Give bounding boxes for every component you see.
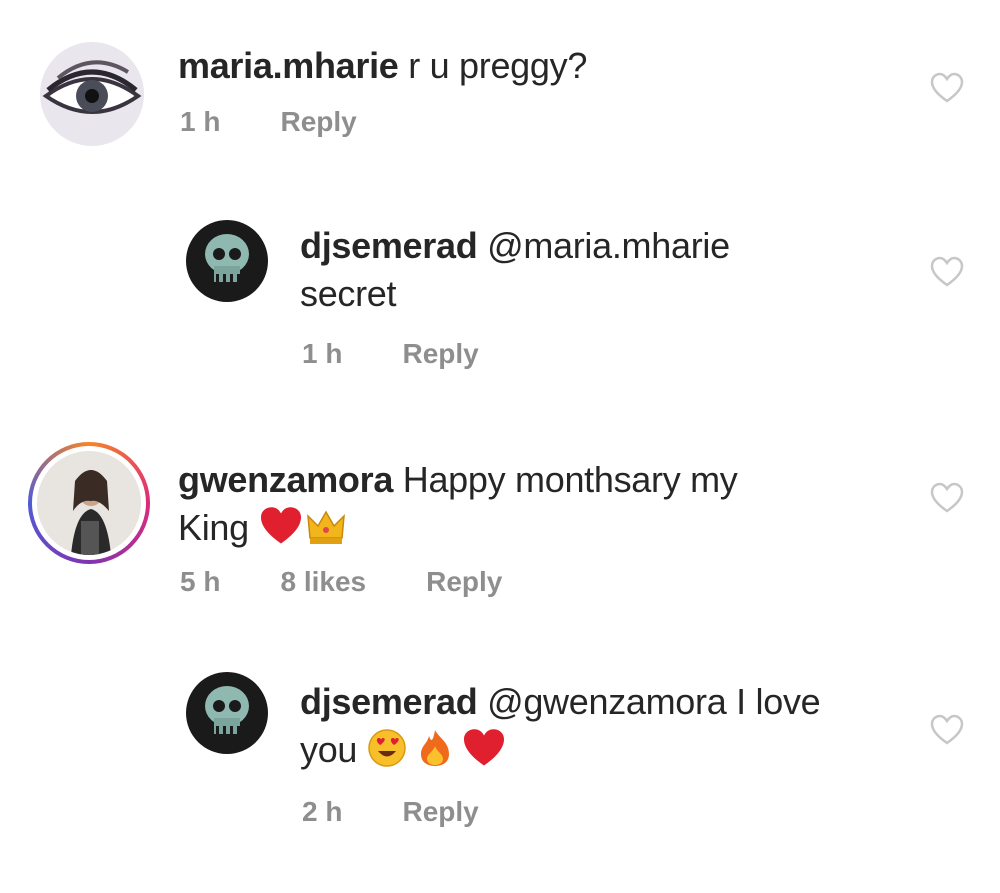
reply-djsemerad-1: djsemerad @maria.mharie secret 1 h Reply xyxy=(0,190,1000,390)
comment-meta: 1 h Reply xyxy=(180,106,417,138)
red-heart-icon xyxy=(464,729,505,766)
comment-meta: 1 h Reply xyxy=(302,338,539,370)
timestamp: 1 h xyxy=(180,106,221,137)
like-heart-icon[interactable] xyxy=(930,714,964,746)
comment-text-cont: you xyxy=(300,729,358,770)
reply-button[interactable]: Reply xyxy=(402,338,478,370)
comment-body: maria.mharie r u preggy? xyxy=(178,42,587,90)
comment-text-cont: King xyxy=(178,507,249,548)
comment-text: secret xyxy=(300,273,397,314)
likes-count[interactable]: 8 likes xyxy=(280,566,366,598)
comment-gwenzamora: gwenzamora Happy monthsary my King 5 h 8… xyxy=(0,430,1000,630)
heart-eyes-face-icon xyxy=(368,729,406,767)
comment-maria: maria.mharie r u preggy? 1 h Reply xyxy=(0,0,1000,180)
avatar-story-ring[interactable] xyxy=(28,442,150,564)
red-heart-icon xyxy=(260,507,301,544)
like-heart-icon[interactable] xyxy=(930,256,964,288)
woman-avatar-icon xyxy=(37,451,141,555)
like-heart-icon[interactable] xyxy=(930,72,964,104)
eye-avatar-icon xyxy=(40,42,144,146)
comment-body: gwenzamora Happy monthsary my King xyxy=(178,456,858,552)
comment-text: I love xyxy=(736,681,821,722)
reply-button[interactable]: Reply xyxy=(426,566,502,598)
username[interactable]: maria.mharie xyxy=(178,45,399,86)
username[interactable]: djsemerad xyxy=(300,225,478,266)
avatar[interactable] xyxy=(186,220,268,302)
mention-link[interactable]: @maria.mharie xyxy=(487,225,730,266)
reply-button[interactable]: Reply xyxy=(280,106,356,138)
comment-meta: 5 h 8 likes Reply xyxy=(180,566,562,598)
timestamp: 1 h xyxy=(302,338,343,369)
comment-text: r u preggy? xyxy=(408,45,588,86)
username[interactable]: gwenzamora xyxy=(178,459,393,500)
comment-body: djsemerad @maria.mharie secret xyxy=(300,222,860,318)
skull-avatar-icon xyxy=(186,672,268,754)
skull-avatar-icon xyxy=(186,220,268,302)
fire-icon xyxy=(420,730,449,766)
mention-link[interactable]: @gwenzamora xyxy=(487,681,727,722)
timestamp: 5 h xyxy=(180,566,221,597)
username[interactable]: djsemerad xyxy=(300,681,478,722)
comment-body: djsemerad @gwenzamora I love you xyxy=(300,678,900,774)
comment-meta: 2 h Reply xyxy=(302,796,539,828)
like-heart-icon[interactable] xyxy=(930,482,964,514)
avatar[interactable] xyxy=(186,672,268,754)
timestamp: 2 h xyxy=(302,796,343,827)
comment-text: Happy monthsary my xyxy=(402,459,738,500)
crown-icon xyxy=(307,510,346,544)
reply-button[interactable]: Reply xyxy=(402,796,478,828)
reply-djsemerad-2: djsemerad @gwenzamora I love you 2 h Rep… xyxy=(0,660,1000,860)
avatar[interactable] xyxy=(40,42,144,146)
